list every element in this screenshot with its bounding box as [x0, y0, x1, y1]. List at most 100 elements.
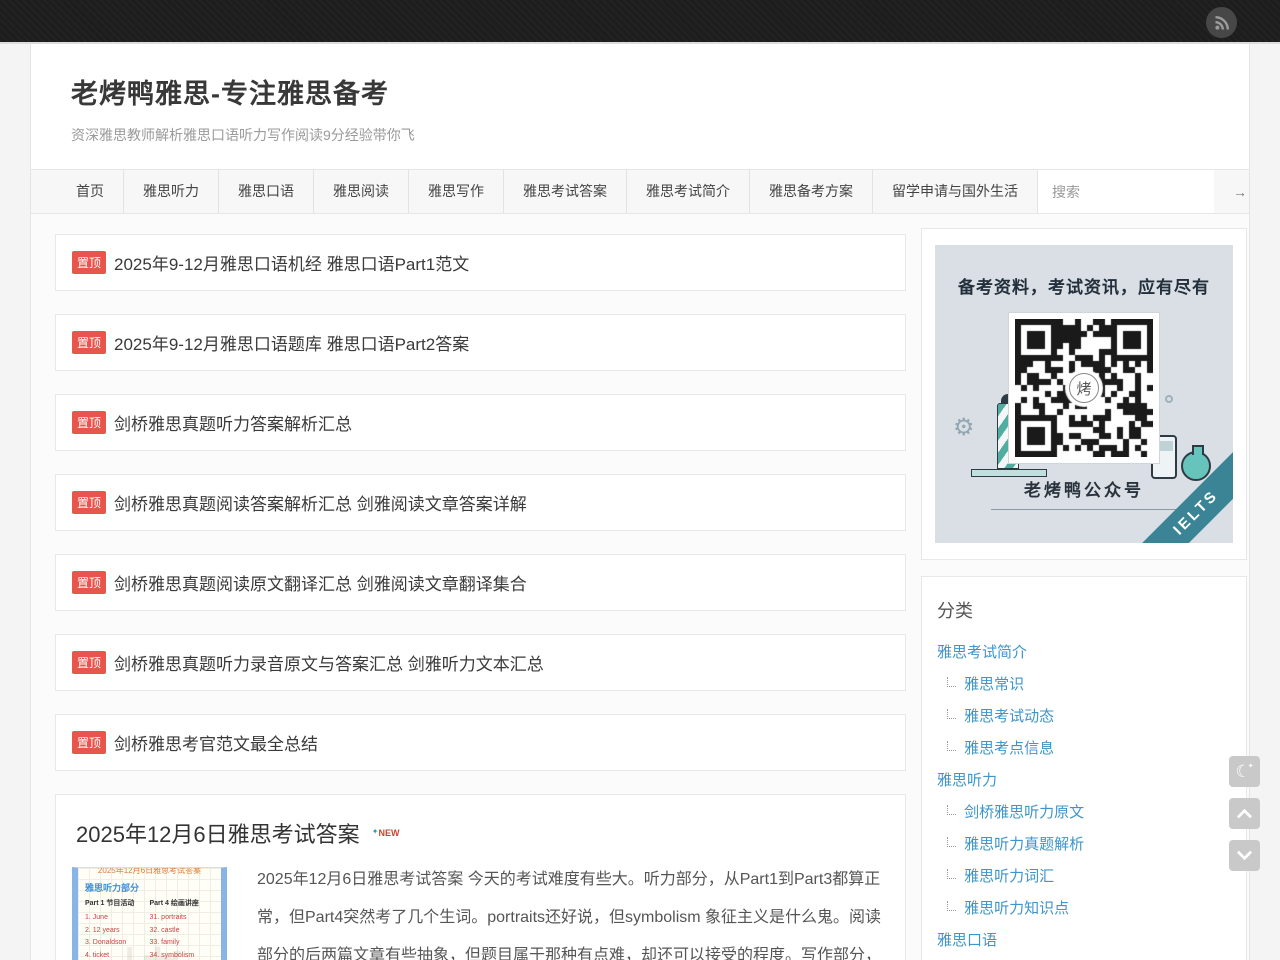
tree-connector-icon — [947, 677, 956, 687]
answer-item: 33. family — [150, 937, 215, 950]
answers-col1: 1. June2. 12 years3. Donaldson4. ticket5… — [85, 912, 150, 960]
pinned-badge: 置顶 — [72, 331, 106, 354]
site-header: 老烤鸭雅思-专注雅思备考 资深雅思教师解析雅思口语听力写作阅读9分经验带你飞 — [31, 44, 1249, 169]
pinned-post-link[interactable]: 2025年9-12月雅思口语机经 雅思口语Part1范文 — [114, 250, 469, 275]
category-item: 雅思考试简介 — [937, 637, 1231, 669]
qr-center-logo: 烤 — [1069, 373, 1099, 403]
nav-item[interactable]: 留学申请与国外生活 — [873, 170, 1038, 213]
category-link[interactable]: 雅思听力知识点 — [964, 900, 1069, 917]
tree-connector-icon — [947, 709, 956, 719]
pinned-post-link[interactable]: 剑桥雅思真题听力录音原文与答案汇总 剑雅听力文本汇总 — [114, 650, 544, 675]
nav-item[interactable]: 首页 — [57, 170, 124, 213]
category-link[interactable]: 雅思听力真题解析 — [964, 836, 1084, 853]
chevron-up-icon — [1237, 809, 1253, 825]
pinned-post-link[interactable]: 剑桥雅思真题阅读原文翻译汇总 剑雅阅读文章翻译集合 — [114, 570, 527, 595]
pinned-post-card: 置顶 剑桥雅思真题阅读原文翻译汇总 剑雅阅读文章翻译集合 — [55, 554, 906, 611]
category-item: 雅思听力词汇 — [937, 861, 1231, 893]
scroll-bottom-button[interactable] — [1229, 840, 1260, 871]
pinned-badge: 置顶 — [72, 651, 106, 674]
scroll-top-button[interactable] — [1229, 798, 1260, 829]
chevron-down-icon — [1237, 845, 1253, 861]
rss-button[interactable] — [1206, 7, 1237, 38]
promo-slogan: 备考资料，考试资讯，应有尽有 — [935, 273, 1233, 298]
categories-list: 雅思考试简介 雅思常识 雅思考试动态 — [937, 637, 1231, 957]
thumbnail-section-title: 雅思听力部分 — [85, 881, 221, 894]
category-link[interactable]: 雅思考试动态 — [964, 708, 1054, 725]
page-wrapper: 老烤鸭雅思-专注雅思备考 资深雅思教师解析雅思口语听力写作阅读9分经验带你飞 首… — [30, 44, 1250, 960]
pinned-posts-list: 置顶 2025年9-12月雅思口语机经 雅思口语Part1范文 置顶 2025年… — [55, 234, 906, 771]
category-link[interactable]: 雅思听力 — [937, 772, 997, 789]
tree-connector-icon — [947, 837, 956, 847]
pinned-post-link[interactable]: 2025年9-12月雅思口语题库 雅思口语Part2答案 — [114, 330, 469, 355]
article-title: 2025年12月6日雅思考试答案 ✦NEW — [76, 817, 885, 849]
qr-code: 烤 — [1008, 312, 1160, 464]
article-card: 2025年12月6日雅思考试答案 ✦NEW 2025年12月6日雅思考试答案 雅… — [55, 794, 906, 960]
answer-item: 3. Donaldson — [85, 937, 150, 950]
pinned-post-card: 置顶 剑桥雅思真题阅读答案解析汇总 剑雅阅读文章答案详解 — [55, 474, 906, 531]
dot-decoration — [1165, 395, 1173, 403]
tree-connector-icon — [947, 869, 956, 879]
site-title[interactable]: 老烤鸭雅思-专注雅思备考 — [71, 72, 1249, 111]
pinned-badge: 置顶 — [72, 411, 106, 434]
tree-connector-icon — [947, 805, 956, 815]
article-title-link[interactable]: 2025年12月6日雅思考试答案 — [76, 822, 360, 847]
pinned-post-card: 置顶 剑桥雅思真题听力录音原文与答案汇总 剑雅听力文本汇总 — [55, 634, 906, 691]
tree-connector-icon — [947, 741, 956, 751]
categories-widget: 分类 雅思考试简介 雅思常识 — [921, 576, 1247, 960]
answers-col2-header: Part 4 绘画讲座 — [150, 898, 215, 908]
category-link[interactable]: 雅思口语 — [937, 932, 997, 949]
nav-item[interactable]: 雅思考试简介 — [627, 170, 750, 213]
article-excerpt: 2025年12月6日雅思考试答案 今天的考试难度有些大。听力部分，从Part1到… — [257, 861, 885, 960]
answer-item: 34. symbolism — [150, 950, 215, 960]
nav-item[interactable]: 雅思口语 — [219, 170, 314, 213]
flask-illustration — [1181, 451, 1211, 481]
gear-icon: ⚙ — [953, 413, 975, 442]
lighthouse-base — [971, 469, 1047, 477]
pinned-post-link[interactable]: 剑桥雅思真题听力答案解析汇总 — [114, 410, 352, 435]
sidebar: 备考资料，考试资讯，应有尽有 ⚙ 烤 老烤鸭公众号 IELTS — [921, 228, 1247, 960]
category-item: 雅思听力知识点 — [937, 893, 1231, 925]
search-box: → — [1038, 170, 1214, 213]
nav-menu: 首页 雅思听力 雅思口语 雅思阅读 雅思写作 雅思考试答案 雅思考试简介 雅思备… — [57, 170, 1038, 213]
qr-promo-image[interactable]: 备考资料，考试资讯，应有尽有 ⚙ 烤 老烤鸭公众号 IELTS — [935, 245, 1233, 543]
search-input[interactable] — [1038, 170, 1233, 213]
category-link[interactable]: 雅思考点信息 — [964, 740, 1054, 757]
category-item: 雅思常识 — [937, 669, 1231, 701]
nav-item[interactable]: 雅思写作 — [409, 170, 504, 213]
nav-item[interactable]: 雅思备考方案 — [750, 170, 873, 213]
tree-connector-icon — [947, 901, 956, 911]
answer-item: 2. 12 years — [85, 925, 150, 938]
nav-item[interactable]: 雅思阅读 — [314, 170, 409, 213]
search-submit-button[interactable]: → — [1233, 184, 1247, 200]
category-link[interactable]: 剑桥雅思听力原文 — [964, 804, 1084, 821]
qr-promo-widget: 备考资料，考试资讯，应有尽有 ⚙ 烤 老烤鸭公众号 IELTS — [921, 228, 1247, 560]
article-thumbnail[interactable]: 2025年12月6日雅思考试答案 雅思听力部分 Part 1 节目活动 1. J… — [72, 867, 227, 960]
moon-icon: ☾✦ — [1235, 763, 1253, 780]
night-mode-button[interactable]: ☾✦ — [1229, 756, 1260, 787]
main-column: 置顶 2025年9-12月雅思口语机经 雅思口语Part1范文 置顶 2025年… — [55, 228, 906, 960]
pinned-post-link[interactable]: 剑桥雅思真题阅读答案解析汇总 剑雅阅读文章答案详解 — [114, 490, 527, 515]
category-item: 雅思考点信息 — [937, 733, 1231, 765]
pinned-post-card: 置顶 剑桥雅思考官范文最全总结 — [55, 714, 906, 771]
pinned-post-card: 置顶 2025年9-12月雅思口语机经 雅思口语Part1范文 — [55, 234, 906, 291]
category-item: 雅思口语 — [937, 925, 1231, 957]
top-utility-bar — [0, 0, 1280, 44]
nav-item[interactable]: 雅思听力 — [124, 170, 219, 213]
category-item: 雅思考试动态 — [937, 701, 1231, 733]
pinned-post-link[interactable]: 剑桥雅思考官范文最全总结 — [114, 730, 318, 755]
site-subtitle: 资深雅思教师解析雅思口语听力写作阅读9分经验带你飞 — [71, 125, 1249, 145]
answer-item: 31. portraits — [150, 912, 215, 925]
promo-divider — [991, 509, 1177, 510]
nav-item[interactable]: 雅思考试答案 — [504, 170, 627, 213]
categories-heading: 分类 — [937, 597, 1231, 623]
thumbnail-header: 2025年12月6日雅思考试答案 — [78, 867, 221, 876]
category-link[interactable]: 雅思考试简介 — [937, 644, 1027, 661]
answer-item: 32. castle — [150, 925, 215, 938]
category-link[interactable]: 雅思听力词汇 — [964, 868, 1054, 885]
main-nav: 首页 雅思听力 雅思口语 雅思阅读 雅思写作 雅思考试答案 雅思考试简介 雅思备… — [31, 169, 1249, 214]
pinned-post-card: 置顶 剑桥雅思真题听力答案解析汇总 — [55, 394, 906, 451]
category-link[interactable]: 雅思常识 — [964, 676, 1024, 693]
answer-item: 1. June — [85, 912, 150, 925]
article-body: 2025年12月6日雅思考试答案 雅思听力部分 Part 1 节目活动 1. J… — [72, 867, 885, 960]
pinned-badge: 置顶 — [72, 571, 106, 594]
